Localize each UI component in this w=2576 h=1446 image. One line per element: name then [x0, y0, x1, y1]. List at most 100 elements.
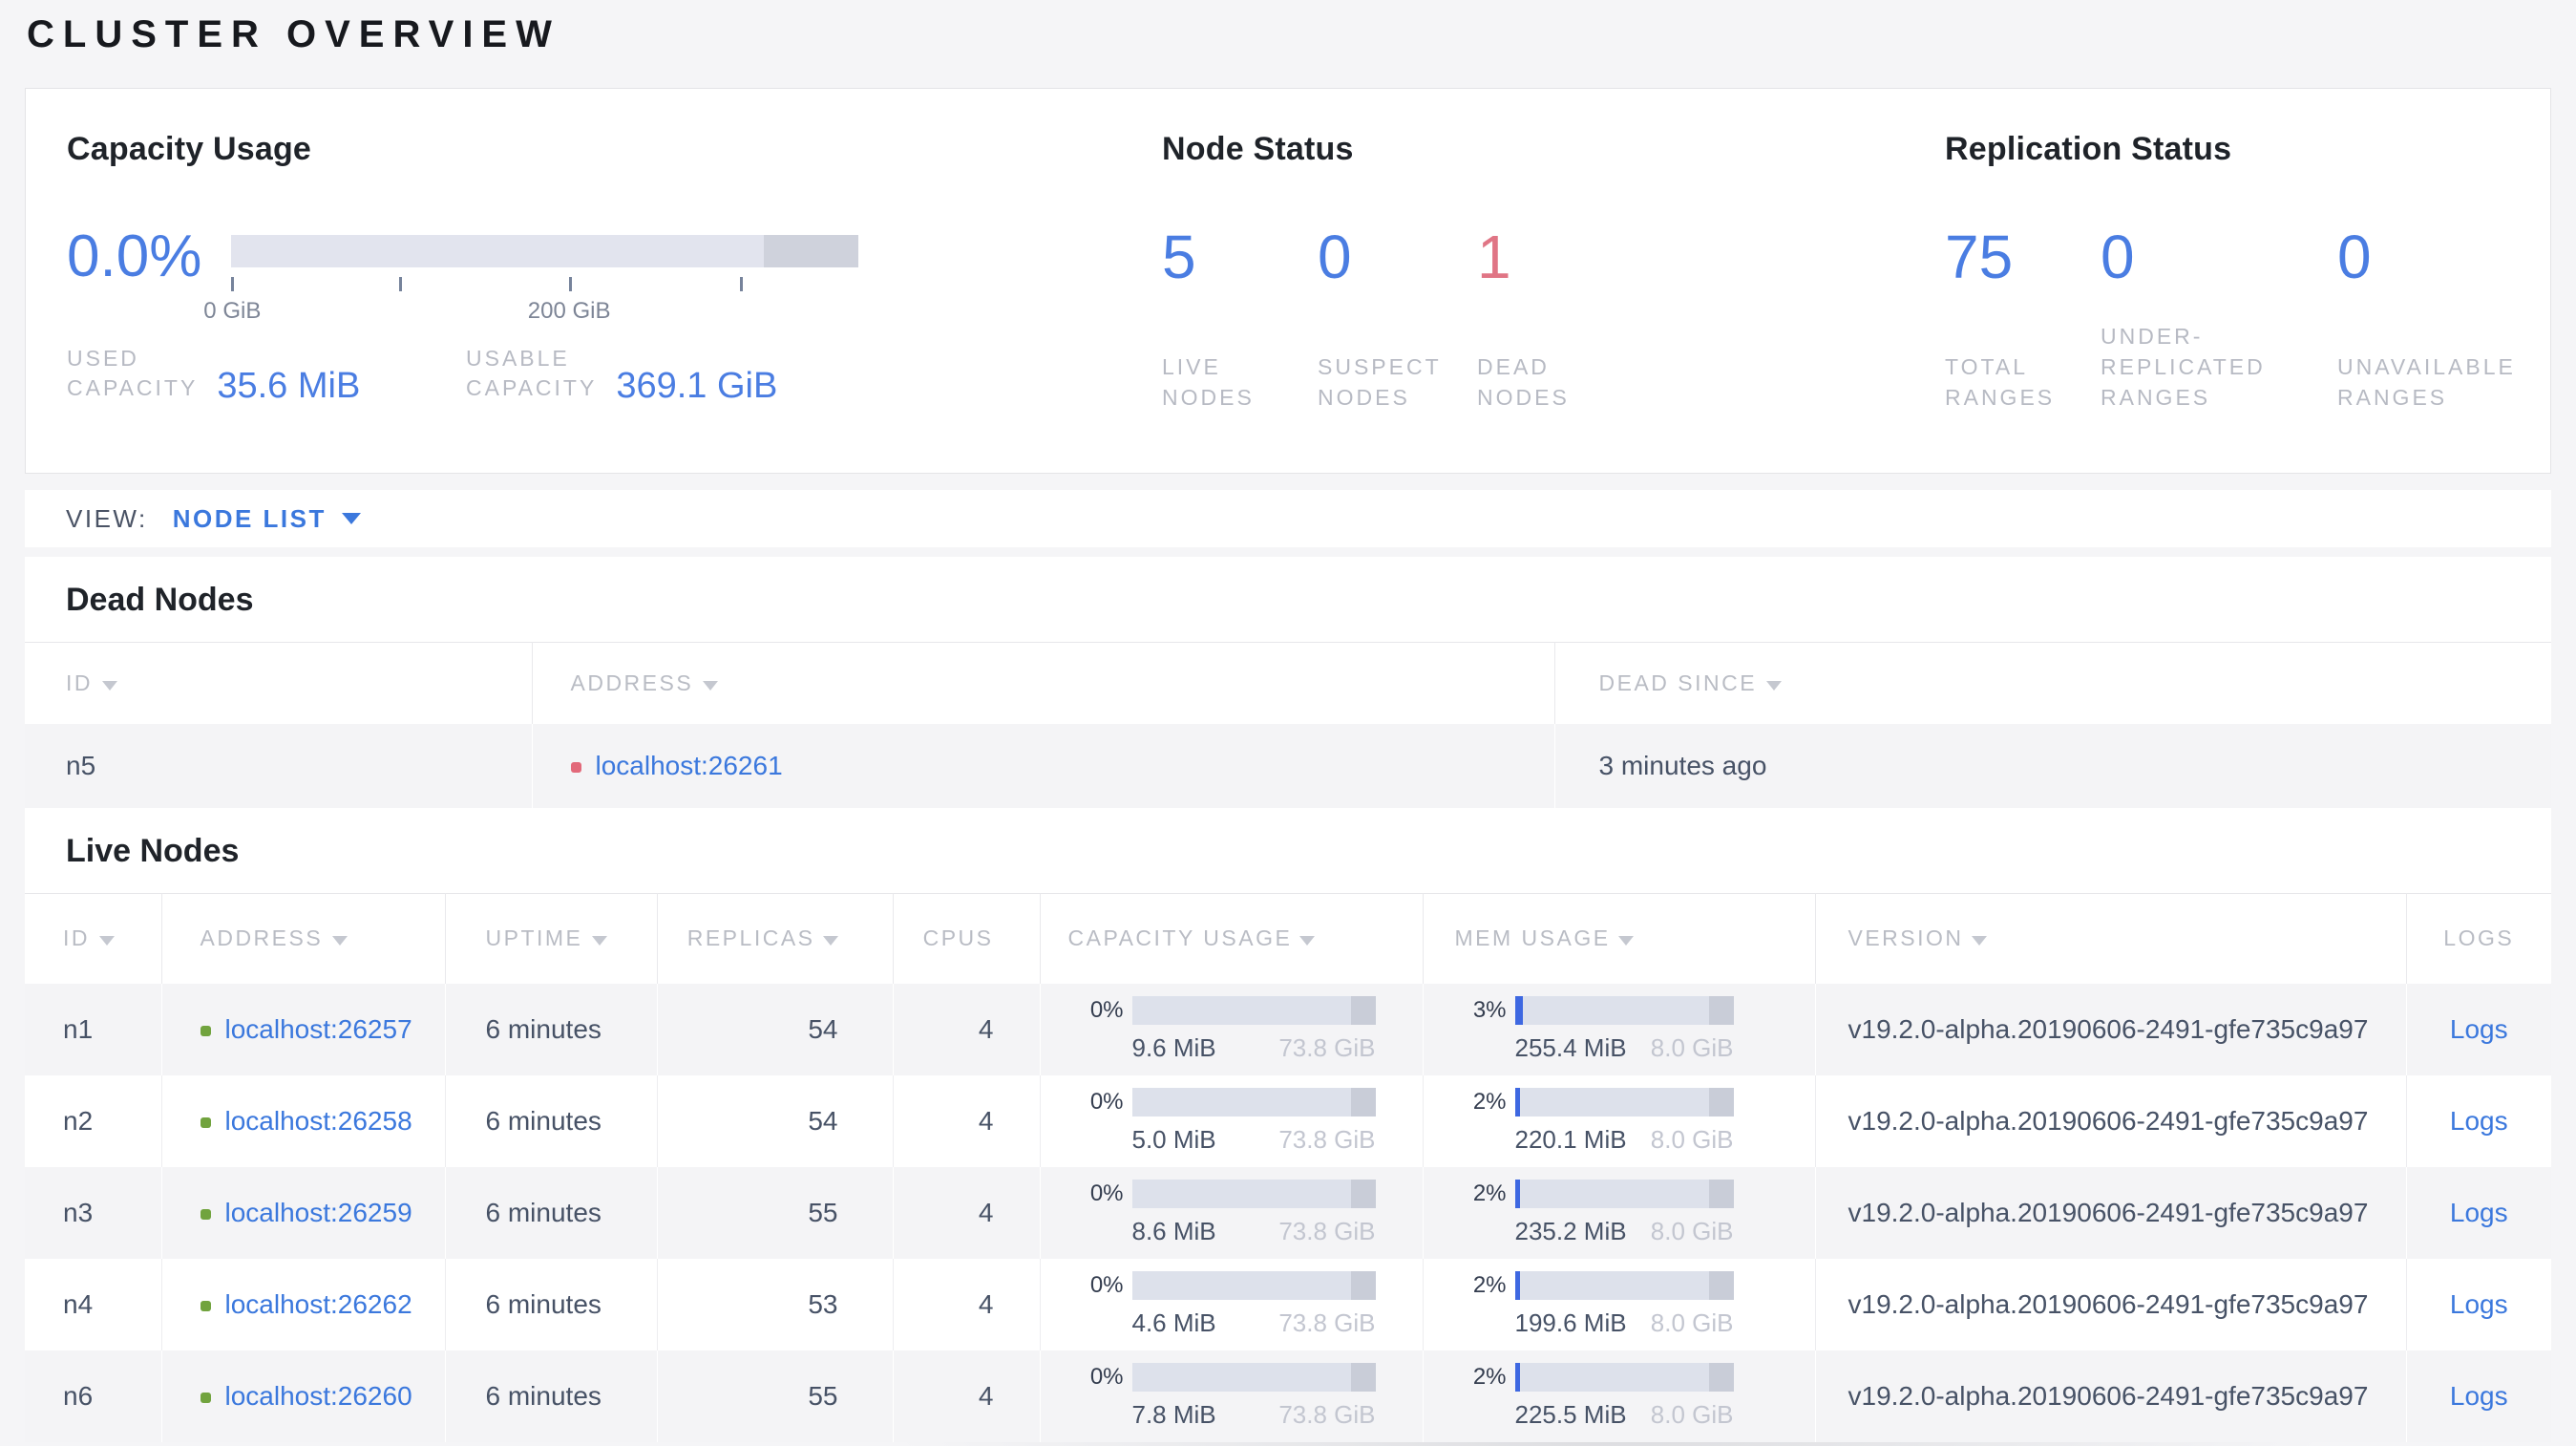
sort-desc-icon — [822, 936, 838, 946]
chevron-down-icon — [341, 513, 361, 524]
live-status-dot-icon — [200, 1209, 211, 1220]
capacity-usage-bar-chart: 0 GiB 200 GiB — [203, 223, 858, 324]
live-nodes-stat: 5 LIVE NODES — [1162, 223, 1255, 410]
under-replicated-ranges-stat: 0 UNDER- REPLICATED RANGES — [2101, 223, 2266, 410]
node-id: n3 — [25, 1167, 162, 1259]
node-address-link[interactable]: localhost:26259 — [225, 1198, 412, 1227]
dead-col-header-address[interactable]: ADDRESS — [532, 642, 1555, 724]
node-mem-usage: 2% 199.6 MiB 8.0 GiB — [1423, 1259, 1816, 1350]
capacity-bar — [1131, 1363, 1376, 1392]
node-cpus: 4 — [893, 1075, 1041, 1167]
dead-node-dead-since: 3 minutes ago — [1554, 723, 2551, 808]
capacity-bar — [1131, 1088, 1376, 1116]
mem-bar — [1514, 996, 1734, 1025]
node-logs-link[interactable]: Logs — [2450, 1106, 2508, 1136]
dead-nodes-heading: Dead Nodes — [66, 582, 254, 618]
capacity-bar — [1131, 996, 1376, 1025]
capacity-percent-value: 0.0% — [67, 223, 202, 289]
axis-tick — [739, 277, 743, 291]
sort-desc-icon — [332, 936, 348, 946]
node-replicas: 54 — [657, 984, 894, 1075]
node-address-link[interactable]: localhost:26262 — [225, 1289, 412, 1319]
node-mem-usage: 3% 255.4 MiB 8.0 GiB — [1423, 984, 1816, 1075]
live-col-header-version[interactable]: VERSION — [1815, 892, 2407, 984]
capacity-usage-title: Capacity Usage — [67, 131, 312, 167]
mem-bar — [1514, 1363, 1734, 1392]
live-node-row: n2 localhost:26258 6 minutes 54 4 0% 5.0… — [25, 1075, 2551, 1167]
used-capacity-stat: USED CAPACITY 35.6 MiB — [67, 344, 466, 406]
node-cpus: 4 — [893, 1350, 1041, 1442]
replication-status-title: Replication Status — [1945, 131, 2232, 167]
page-bottom-shadow — [760, 1442, 2460, 1446]
node-capacity-usage: 0% 5.0 MiB 73.8 GiB — [1040, 1075, 1424, 1167]
node-address-link[interactable]: localhost:26258 — [225, 1106, 412, 1136]
nodes-panel: Dead Nodes ID ADDRESS DEAD SINCE n5 loca… — [25, 557, 2551, 1442]
node-capacity-usage: 0% 4.6 MiB 73.8 GiB — [1040, 1259, 1424, 1350]
node-version: v19.2.0-alpha.20190606-2491-gfe735c9a97 — [1815, 984, 2407, 1075]
used-capacity-label: USED CAPACITY — [67, 346, 199, 400]
live-node-row: n1 localhost:26257 6 minutes 54 4 0% 9.6… — [25, 984, 2551, 1075]
node-uptime: 6 minutes — [445, 1167, 658, 1259]
view-label: VIEW: — [66, 503, 148, 533]
mem-bar — [1514, 1271, 1734, 1300]
live-col-header-mem-usage[interactable]: MEM USAGE — [1423, 892, 1816, 984]
sort-desc-icon — [1971, 936, 1987, 946]
node-id: n6 — [25, 1350, 162, 1442]
node-version: v19.2.0-alpha.20190606-2491-gfe735c9a97 — [1815, 1075, 2407, 1167]
node-uptime: 6 minutes — [445, 984, 658, 1075]
node-cpus: 4 — [893, 1167, 1041, 1259]
axis-tick — [399, 277, 403, 291]
live-col-header-address[interactable]: ADDRESS — [161, 892, 446, 984]
node-uptime: 6 minutes — [445, 1350, 658, 1442]
suspect-nodes-stat: 0 SUSPECT NODES — [1318, 223, 1442, 410]
live-col-header-logs: LOGS — [2406, 892, 2551, 984]
node-logs-link[interactable]: Logs — [2450, 1381, 2508, 1411]
live-col-header-cpus[interactable]: CPUS — [893, 892, 1041, 984]
node-logs-link[interactable]: Logs — [2450, 1289, 2508, 1319]
live-node-row: n6 localhost:26260 6 minutes 55 4 0% 7.8… — [25, 1350, 2551, 1442]
live-col-header-id[interactable]: ID — [25, 892, 162, 984]
unavailable-ranges-stat: 0 UNAVAILABLE RANGES — [2337, 223, 2516, 410]
dead-node-address-link[interactable]: localhost:26261 — [596, 751, 783, 780]
axis-tick-label: 200 GiB — [527, 298, 611, 324]
node-cpus: 4 — [893, 1259, 1041, 1350]
live-status-dot-icon — [200, 1393, 211, 1403]
live-col-header-capacity-usage[interactable]: CAPACITY USAGE — [1040, 892, 1424, 984]
mem-bar — [1514, 1180, 1734, 1208]
sort-desc-icon — [1299, 936, 1316, 946]
dead-status-dot-icon — [570, 761, 581, 773]
view-dropdown[interactable]: NODE LIST — [173, 504, 361, 534]
axis-tick — [231, 277, 234, 291]
dead-col-header-id[interactable]: ID — [25, 642, 533, 724]
live-col-header-replicas[interactable]: REPLICAS — [657, 892, 894, 984]
axis-tick — [569, 277, 573, 291]
node-replicas: 54 — [657, 1075, 894, 1167]
dead-col-header-dead-since[interactable]: DEAD SINCE — [1554, 642, 2551, 724]
node-mem-usage: 2% 225.5 MiB 8.0 GiB — [1423, 1350, 1816, 1442]
live-status-dot-icon — [200, 1301, 211, 1311]
node-address-link[interactable]: localhost:26260 — [225, 1381, 412, 1411]
live-col-header-uptime[interactable]: UPTIME — [445, 892, 658, 984]
total-ranges-stat: 75 TOTAL RANGES — [1945, 223, 2056, 410]
node-capacity-usage: 0% 9.6 MiB 73.8 GiB — [1040, 984, 1424, 1075]
node-capacity-usage: 0% 7.8 MiB 73.8 GiB — [1040, 1350, 1424, 1442]
page-title: CLUSTER OVERVIEW — [27, 13, 560, 55]
usable-capacity-stat: USABLE CAPACITY 369.1 GiB — [466, 344, 777, 406]
usable-capacity-label: USABLE CAPACITY — [466, 346, 598, 400]
node-logs-link[interactable]: Logs — [2450, 1198, 2508, 1227]
live-nodes-table: ID ADDRESS UPTIME REPLICAS CPUS CAPACITY… — [25, 892, 2551, 1442]
capacity-usage-section: Capacity Usage 0.0% 0 GiB 200 GiB USED C… — [67, 131, 1162, 473]
capacity-bar — [1131, 1180, 1376, 1208]
node-address-link[interactable]: localhost:26257 — [225, 1014, 412, 1044]
node-replicas: 55 — [657, 1350, 894, 1442]
node-replicas: 55 — [657, 1167, 894, 1259]
dead-nodes-table: ID ADDRESS DEAD SINCE n5 localhost:26261… — [25, 642, 2551, 808]
node-mem-usage: 2% 220.1 MiB 8.0 GiB — [1423, 1075, 1816, 1167]
node-logs-link[interactable]: Logs — [2450, 1014, 2508, 1044]
node-mem-usage: 2% 235.2 MiB 8.0 GiB — [1423, 1167, 1816, 1259]
node-cpus: 4 — [893, 984, 1041, 1075]
sort-desc-icon — [102, 680, 117, 691]
node-status-section: Node Status 5 LIVE NODES 0 SUSPECT NODES — [1162, 131, 1945, 473]
dead-node-row: n5 localhost:26261 3 minutes ago — [25, 723, 2551, 808]
live-status-dot-icon — [200, 1026, 211, 1036]
